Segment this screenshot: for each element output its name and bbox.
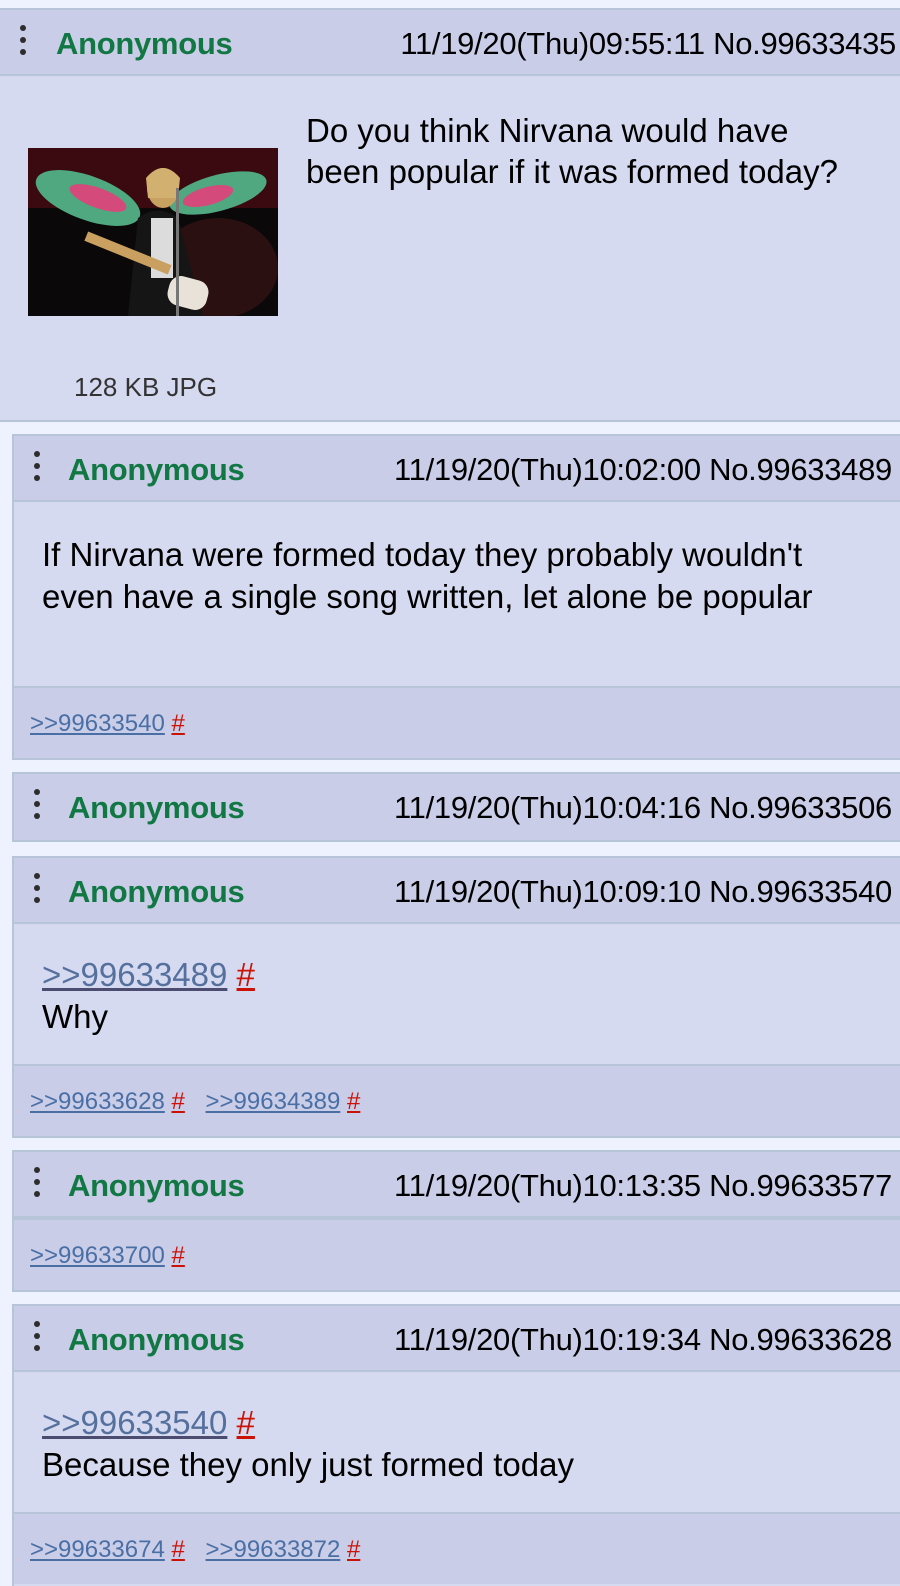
reply-post: Anonymous 11/19/20(Thu)10:13:35 No.99633… [12, 1150, 900, 1292]
reply-post: Anonymous 11/19/20(Thu)10:04:16 No.99633… [12, 772, 900, 842]
reply-post: Anonymous 11/19/20(Thu)10:02:00 No.99633… [12, 434, 900, 760]
backlink-hash[interactable]: # [171, 1536, 184, 1563]
post-meta[interactable]: 11/19/20(Thu)10:13:35 No.99633577 [394, 1168, 892, 1204]
backlinks-bar: >>99633540 # [14, 686, 900, 758]
backlink-hash[interactable]: # [171, 1088, 184, 1115]
post-header: Anonymous 11/19/20(Thu)10:09:10 No.99633… [14, 858, 900, 924]
post-text: Because they only just formed today [42, 1446, 574, 1483]
backlinks-bar: >>99633700 # [14, 1218, 900, 1290]
post-body: Do you think Nirvana would have been pop… [306, 112, 838, 190]
post-header: Anonymous 11/19/20(Thu)10:13:35 No.99633… [14, 1152, 900, 1218]
post-header: Anonymous 11/19/20(Thu)10:19:34 No.99633… [14, 1306, 900, 1372]
post-menu-icon[interactable] [34, 789, 40, 825]
poster-name: Anonymous [68, 1322, 245, 1357]
quote-hash[interactable]: # [237, 1404, 255, 1441]
file-info[interactable]: 128 KB JPG [74, 372, 217, 403]
post-meta[interactable]: 11/19/20(Thu)10:19:34 No.99633628 [394, 1322, 892, 1358]
post-menu-icon[interactable] [34, 873, 40, 909]
backlink[interactable]: >>99633628 [30, 1088, 165, 1115]
backlinks-bar: >>99633674 # >>99633872 # [14, 1512, 900, 1584]
reply-post: Anonymous 11/19/20(Thu)10:09:10 No.99633… [12, 856, 900, 1138]
op-post: Anonymous 11/19/20(Thu)09:55:11 No.99633… [0, 8, 900, 422]
thread: Anonymous 11/19/20(Thu)09:55:11 No.99633… [0, 0, 900, 1586]
backlink-hash[interactable]: # [347, 1536, 360, 1563]
post-body: >>99633489 # Why [42, 954, 882, 1038]
backlink[interactable]: >>99634389 [206, 1088, 341, 1115]
backlink[interactable]: >>99633700 [30, 1242, 165, 1269]
concert-photo-icon [28, 148, 278, 316]
backlink-hash[interactable]: # [171, 1242, 184, 1269]
post-header: Anonymous 11/19/20(Thu)09:55:11 No.99633… [0, 10, 900, 76]
post-meta[interactable]: 11/19/20(Thu)10:04:16 No.99633506 [394, 790, 892, 826]
backlink[interactable]: >>99633674 [30, 1536, 165, 1563]
post-meta[interactable]: 11/19/20(Thu)10:09:10 No.99633540 [394, 874, 892, 910]
post-menu-icon[interactable] [20, 25, 26, 61]
backlink-hash[interactable]: # [347, 1088, 360, 1115]
backlink-hash[interactable]: # [171, 710, 184, 737]
post-header: Anonymous 11/19/20(Thu)10:04:16 No.99633… [14, 774, 900, 840]
quote-link[interactable]: >>99633540 [42, 1404, 227, 1441]
poster-name: Anonymous [68, 874, 245, 909]
post-text: Why [42, 998, 108, 1035]
post-menu-icon[interactable] [34, 1321, 40, 1357]
poster-name: Anonymous [56, 26, 233, 61]
post-header: Anonymous 11/19/20(Thu)10:02:00 No.99633… [14, 436, 900, 502]
post-menu-icon[interactable] [34, 1167, 40, 1203]
quote-link[interactable]: >>99633489 [42, 956, 227, 993]
poster-name: Anonymous [68, 790, 245, 825]
post-thumbnail[interactable] [28, 148, 278, 316]
poster-name: Anonymous [68, 1168, 245, 1203]
quote-hash[interactable]: # [237, 956, 255, 993]
reply-post: Anonymous 11/19/20(Thu)10:19:34 No.99633… [12, 1304, 900, 1586]
backlink[interactable]: >>99633540 [30, 710, 165, 737]
post-meta[interactable]: 11/19/20(Thu)10:02:00 No.99633489 [394, 452, 892, 488]
backlink[interactable]: >>99633872 [206, 1536, 341, 1563]
poster-name: Anonymous [68, 452, 245, 487]
post-body: >>99633540 # Because they only just form… [42, 1402, 882, 1486]
post-menu-icon[interactable] [34, 451, 40, 487]
post-body: If Nirvana were formed today they probab… [42, 536, 813, 615]
backlinks-bar: >>99633628 # >>99634389 # [14, 1064, 900, 1136]
post-meta[interactable]: 11/19/20(Thu)09:55:11 No.99633435 [400, 26, 896, 62]
